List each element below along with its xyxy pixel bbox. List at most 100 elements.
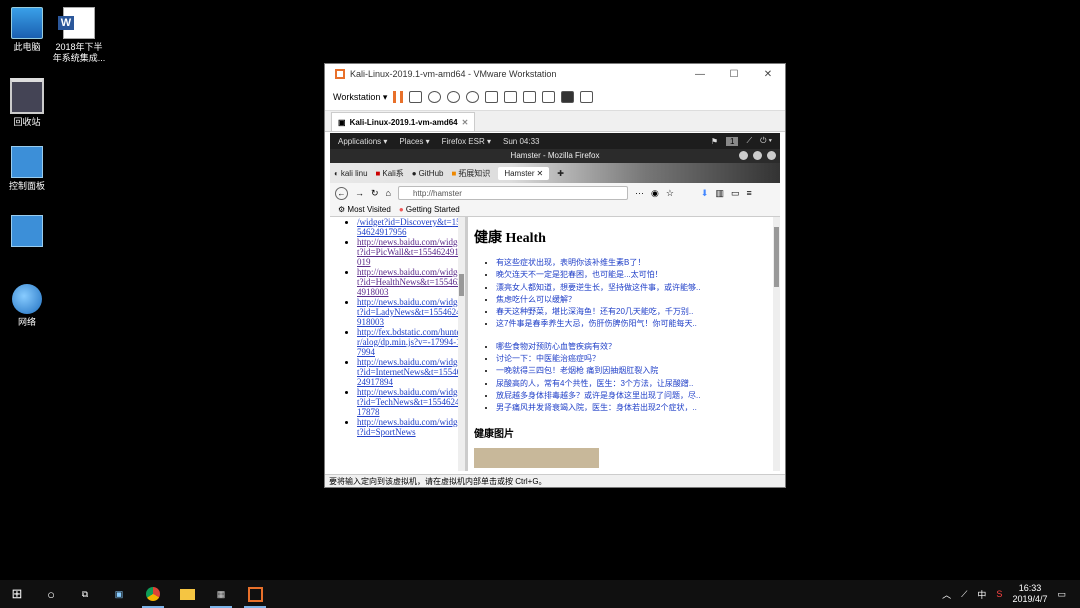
desktop-icon-word-doc[interactable]: W 2018年下半年系统集成... — [52, 7, 106, 64]
news-link[interactable]: 尿酸高的人，常有4个共性，医生：3个方法，让尿酸蹭.. — [496, 379, 693, 388]
download-icon[interactable]: ⬇ — [701, 188, 709, 199]
news-link[interactable]: 一晚就得三四包！老烟枪 痛到因抽烟肛裂入院 — [496, 366, 658, 375]
ime-indicator[interactable]: 中 — [977, 588, 986, 601]
reload-button[interactable]: ↻ — [371, 188, 379, 199]
news-link[interactable]: 男子痛风并发肾衰竭入院，医生：身体若出现2个症状，.. — [496, 403, 697, 412]
home-button[interactable]: ⌂ — [386, 188, 391, 198]
close-button[interactable] — [767, 151, 776, 160]
desktop-icon-this-pc[interactable]: 此电脑 — [0, 7, 54, 53]
cookie-link[interactable]: http://news.baidu.com/widget?id=Internet… — [357, 357, 461, 387]
cookie-link[interactable]: http://fex.bdstatic.com/hunter/alog/dp.m… — [357, 327, 461, 357]
show-library-icon[interactable] — [485, 91, 499, 103]
tab-close-icon[interactable]: ✕ — [462, 118, 469, 127]
section-heading: 健康图片 — [474, 428, 514, 440]
taskbar-app-video[interactable]: ▦ — [204, 580, 238, 608]
pocket-icon[interactable]: ◉ — [651, 188, 659, 199]
control-panel-icon — [11, 215, 43, 247]
word-document-icon: W — [58, 7, 95, 39]
desktop-icon-control-panel-2[interactable] — [0, 215, 54, 250]
minimize-button[interactable]: — — [683, 69, 717, 80]
workstation-menu[interactable]: Workstation ▾ — [333, 92, 387, 103]
full-screen-icon[interactable] — [523, 91, 537, 103]
snapshot-icon[interactable] — [428, 91, 442, 103]
taskbar-app-chrome[interactable] — [136, 580, 170, 608]
maximize-button[interactable] — [753, 151, 762, 160]
show-hidden-icons-icon[interactable]: ︿ — [942, 588, 951, 601]
snapshot-manager-icon[interactable] — [466, 91, 480, 103]
news-link[interactable]: 放屁越多身体排毒越多？或许是身体这里出现了问题，尽.. — [496, 391, 700, 400]
desktop-icon-recycle-bin[interactable]: 回收站 — [0, 78, 54, 128]
revert-snapshot-icon[interactable] — [447, 91, 461, 103]
antivirus-icon[interactable]: S — [996, 589, 1002, 599]
back-button[interactable]: ← — [335, 186, 348, 200]
sidebar-icon[interactable]: ▭ — [731, 188, 740, 199]
thumbnail-bar-icon[interactable] — [504, 91, 518, 103]
library-icon[interactable]: ▥ — [715, 188, 724, 199]
news-link[interactable]: 焦虑吃什么可以缓解？ — [496, 295, 576, 304]
url-bar[interactable]: http://hamster — [397, 186, 628, 200]
page-frame: 健康 Health 有这些症状出现，表明你该补维生素B了！ 晚欠连天不一定是犯春困… — [468, 217, 780, 471]
tab-extension[interactable]: ■ 拓展知识 — [451, 168, 490, 179]
new-tab-icon[interactable]: ✚ — [557, 169, 564, 178]
cookie-link[interactable]: http://news.baidu.com/widget?id=HealthNe… — [357, 267, 462, 297]
page-actions-icon[interactable]: ··· — [635, 188, 644, 198]
page-scrollbar[interactable] — [773, 217, 780, 471]
desktop-icon-label: 此电脑 — [13, 42, 41, 52]
minimize-button[interactable] — [739, 151, 748, 160]
gnome-clock[interactable]: Sun 04:33 — [503, 137, 539, 146]
desktop-icon-control-panel[interactable]: 控制面板 — [0, 146, 54, 192]
bookmark-most-visited[interactable]: ⚙ Most Visited — [338, 205, 391, 214]
places-menu[interactable]: Places ▾ — [399, 137, 429, 146]
stretch-guest-icon[interactable] — [580, 91, 594, 103]
start-button[interactable]: ⊞ — [0, 580, 34, 608]
taskbar-app-file-explorer[interactable] — [170, 580, 204, 608]
taskbar-app-vmware[interactable] — [238, 580, 272, 608]
forward-button[interactable]: → — [355, 188, 364, 198]
news-link[interactable]: 哪些食物对预防心血管疾病有效？ — [496, 342, 616, 351]
left-scrollbar[interactable] — [458, 217, 465, 471]
send-keys-icon[interactable] — [409, 91, 423, 103]
cookie-link[interactable]: http://news.baidu.com/widget?id=LadyNews… — [357, 297, 461, 327]
news-link[interactable]: 漂亮女人都知道，想要逆生长，坚持做这件事，或许能够.. — [496, 283, 700, 292]
workspace-indicator[interactable]: 1 — [726, 136, 739, 146]
news-link[interactable]: 春天这种野菜，堪比深海鱼！还有20几天能吃，千万别.. — [496, 307, 693, 316]
network-icon[interactable]: ⟋ — [746, 136, 752, 146]
tab-kali-linux[interactable]: ◐ kali linu — [334, 169, 368, 178]
cookie-list-item: http://news.baidu.com/widget?id=Internet… — [357, 357, 465, 387]
news-link[interactable]: 晚欠连天不一定是犯春困，也可能是...太可怕！ — [496, 270, 663, 279]
task-view-button[interactable]: ⧉ — [68, 580, 102, 608]
cookie-link[interactable]: http://news.baidu.com/widget?id=PicWall&… — [357, 237, 463, 267]
taskbar-app-network-tool[interactable]: ▣ — [102, 580, 136, 608]
vmware-icon — [247, 586, 263, 602]
menu-icon[interactable]: ≡ — [747, 188, 752, 198]
news-link[interactable]: 这7件事是春季养生大忌，伤肝伤脾伤阳气！你可能每天.. — [496, 319, 697, 328]
cookie-link[interactable]: /widget?id=Discovery&t=1554624917956 — [357, 217, 461, 237]
tab-github[interactable]: ● GitHub — [412, 169, 444, 178]
desktop-icon-network[interactable]: 网络 — [0, 284, 54, 328]
health-image[interactable] — [474, 447, 599, 468]
tab-close-icon[interactable]: ✕ — [537, 169, 544, 178]
maximize-button[interactable]: ☐ — [717, 69, 751, 80]
bookmark-star-icon[interactable]: ☆ — [666, 188, 674, 199]
cookie-link[interactable]: http://news.baidu.com/widget?id=SportNew… — [357, 417, 461, 437]
tab-kali-cn[interactable]: ■ Kali系 — [376, 168, 404, 179]
applications-menu[interactable]: Applications ▾ — [338, 137, 387, 146]
firefox-menu[interactable]: Firefox ESR ▾ — [442, 137, 491, 146]
pause-icon[interactable] — [393, 91, 404, 103]
notification-icon[interactable]: ▭ — [1057, 589, 1066, 600]
cookie-link[interactable]: http://news.baidu.com/widget?id=TechNews… — [357, 387, 464, 417]
tab-kali-vm[interactable]: ▣ Kali-Linux-2019.1-vm-amd64 ✕ — [331, 112, 476, 131]
vmware-title: Kali-Linux-2019.1-vm-amd64 - VMware Work… — [350, 69, 557, 79]
power-icon[interactable]: ⏻ ▾ — [760, 136, 772, 146]
search-button[interactable]: ○ — [34, 580, 68, 608]
news-link[interactable]: 有这些症状出现，表明你该补维生素B了！ — [496, 258, 645, 267]
bookmark-getting-started[interactable]: ● Getting Started — [399, 205, 460, 214]
unity-icon[interactable] — [542, 91, 556, 103]
network-icon[interactable]: ⟋ — [961, 589, 967, 600]
tab-hamster[interactable]: Hamster ✕ — [498, 166, 550, 180]
taskbar-clock[interactable]: 16:33 2019/4/7 — [1012, 583, 1047, 605]
console-view-icon[interactable] — [561, 91, 575, 103]
workspace-icon[interactable]: ⚑ — [711, 137, 718, 146]
news-link[interactable]: 讨论一下：中医能治癌症吗？ — [496, 354, 600, 363]
close-button[interactable]: ✕ — [751, 69, 785, 80]
